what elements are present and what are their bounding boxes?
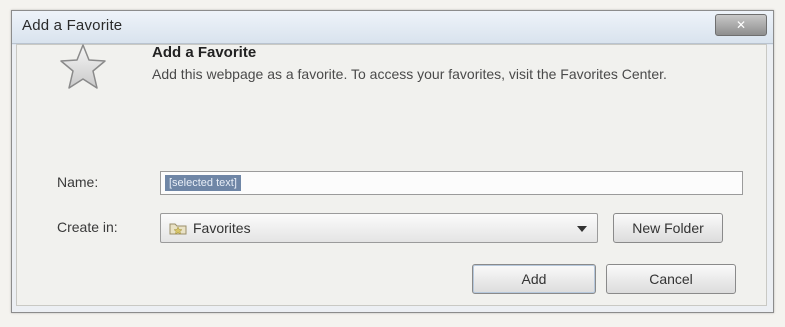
- add-button[interactable]: Add: [472, 264, 596, 294]
- close-icon: ✕: [735, 18, 747, 32]
- title-bar[interactable]: Add a Favorite ✕: [12, 11, 773, 44]
- create-in-label: Create in:: [57, 219, 118, 235]
- name-label: Name:: [57, 174, 99, 190]
- new-folder-button[interactable]: New Folder: [613, 213, 723, 243]
- cancel-button[interactable]: Cancel: [606, 264, 736, 294]
- name-field[interactable]: [selected text]: [160, 171, 743, 195]
- dialog-heading: Add a Favorite: [152, 44, 257, 61]
- dialog-description: Add this webpage as a favorite. To acces…: [152, 66, 667, 82]
- name-field-selected-text: [selected text]: [165, 175, 241, 191]
- window-title: Add a Favorite: [22, 17, 123, 34]
- chevron-down-icon: [577, 226, 587, 232]
- create-in-value: Favorites: [193, 220, 251, 236]
- close-button[interactable]: ✕: [715, 14, 767, 36]
- create-in-dropdown[interactable]: Favorites: [160, 213, 598, 243]
- folder-icon: [169, 223, 187, 235]
- star-icon: [60, 44, 106, 89]
